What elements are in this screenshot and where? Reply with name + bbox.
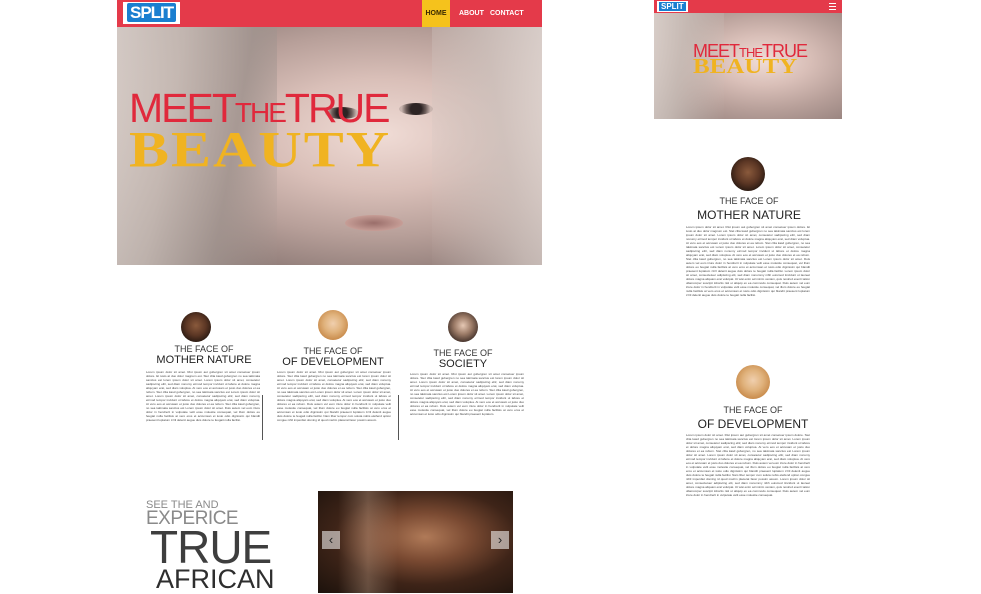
avatar-society (448, 312, 478, 342)
hero-headline-beauty: BEAUTY (129, 121, 392, 178)
mobile-section-body: Lorem ipsum dolor sit amet. Rist ipsum a… (686, 225, 810, 297)
section-subtitle: THE FACE OF (174, 344, 234, 354)
section-body: Lorem ipsum dolor sit amet. Rist ipsum a… (277, 370, 391, 422)
hero-hair-right (432, 27, 542, 265)
site-logo[interactable]: SPLIT (123, 2, 181, 24)
hero-lips (345, 215, 403, 231)
mobile-headline-beauty: BEAUTY (693, 55, 798, 79)
mobile-logo[interactable]: SPLIT (657, 1, 688, 12)
mobile-avatar-development (736, 365, 770, 399)
mobile-section-body: Lorem ipsum dolor sit amet. Rist ipsum a… (686, 433, 810, 497)
nav-about-link[interactable]: ABOUT (459, 0, 484, 27)
avatar-development (318, 310, 348, 340)
column-divider (262, 395, 263, 440)
column-divider (398, 395, 399, 440)
section-title: MOTHER NATURE (156, 354, 252, 366)
slider-prev-arrow-icon[interactable]: ‹ (322, 531, 340, 549)
hamburger-menu-icon[interactable] (829, 3, 836, 10)
hero-eye-right (399, 103, 433, 115)
desktop-nav-bar: SPLIT HOME ABOUT CONTACT (117, 0, 542, 27)
mobile-section-title: OF DEVELOPMENT (697, 417, 809, 431)
section-title: SOCIETY (438, 358, 488, 370)
mobile-logo-text: SPLIT (659, 2, 686, 11)
section-subtitle: THE FACE OF (433, 348, 493, 358)
section-subtitle: THE FACE OF (303, 346, 363, 356)
slider-next-arrow-icon[interactable]: › (491, 531, 509, 549)
nav-home-link[interactable]: HOME (422, 0, 450, 27)
mobile-avatar-mother-nature (731, 157, 765, 191)
mobile-section-subtitle: THE FACE OF (719, 196, 779, 206)
nav-contact-link[interactable]: CONTACT (490, 0, 524, 27)
slider-image (338, 491, 398, 593)
image-slider[interactable]: ‹ › (318, 491, 513, 593)
logo-text: SPLIT (127, 3, 177, 22)
section-body: Lorem ipsum dolor sit amet. Rist ipsum a… (146, 370, 260, 422)
section-title: OF DEVELOPMENT (282, 356, 384, 368)
mobile-section-title: MOTHER NATURE (697, 208, 801, 222)
promo-african-text: AFRICAN (156, 564, 275, 594)
avatar-mother-nature (181, 312, 211, 342)
section-body: Lorem ipsum dolor sit amet. Rist ipsum a… (410, 372, 524, 416)
mobile-section-subtitle: THE FACE OF (723, 405, 783, 415)
mobile-nav-bar: SPLIT (654, 0, 842, 13)
